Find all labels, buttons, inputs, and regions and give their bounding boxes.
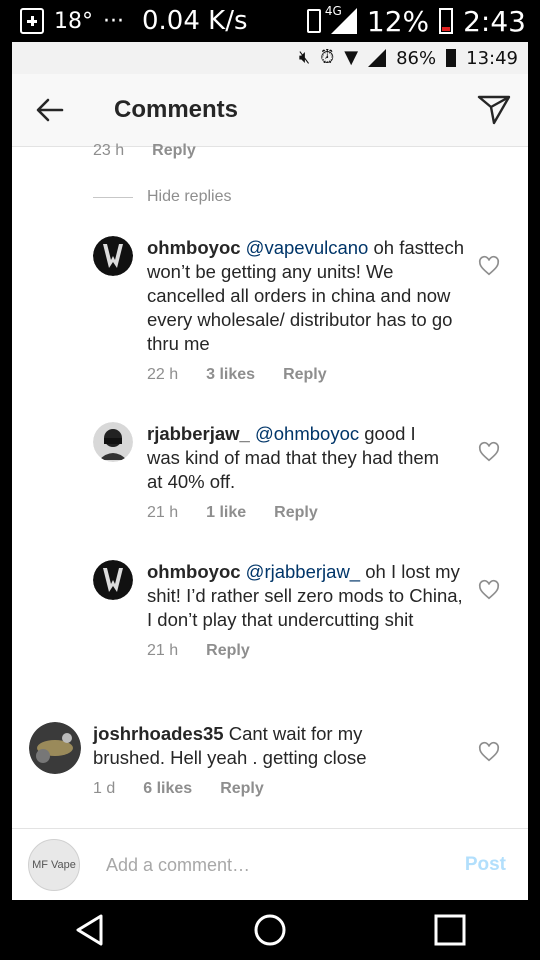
username[interactable]: joshrhoades35 — [93, 723, 224, 744]
heart-icon — [478, 255, 500, 276]
comment-time: 21 h — [147, 642, 179, 659]
inner-clock: 13:49 — [466, 47, 518, 69]
comment-time: 1 d — [93, 780, 116, 797]
mention-link[interactable]: @ohmboyoc — [255, 423, 359, 444]
network-speed: 0.04 K/s — [141, 6, 248, 36]
battery-icon — [439, 8, 454, 34]
reply-button[interactable]: Reply — [274, 504, 318, 522]
avatar[interactable] — [93, 560, 133, 600]
back-arrow-icon — [36, 98, 64, 122]
phone-icon — [306, 9, 321, 33]
comment-time: 23 h — [93, 142, 125, 159]
username[interactable]: ohmboyoc — [147, 561, 241, 582]
comment-composer: MF Vape Post — [12, 828, 528, 900]
like-button[interactable] — [478, 255, 500, 277]
heart-icon — [478, 741, 500, 762]
send-icon — [477, 95, 511, 125]
signal-icon: 4G — [325, 4, 357, 34]
comment-item: rjabberjaw_ @ohmboyoc good I was kind of… — [93, 422, 473, 522]
inner-status-bar: 🔇︎ ⏰︎ ▼ 86% 13:49 — [12, 42, 528, 74]
like-button[interactable] — [478, 741, 500, 763]
reply-button[interactable]: Reply — [152, 142, 196, 160]
avatar[interactable] — [93, 236, 133, 276]
clock: 2:43 — [463, 4, 526, 38]
nav-back-button[interactable] — [60, 900, 120, 960]
network-type: 4G — [324, 4, 342, 18]
self-avatar-text: MF Vape — [32, 859, 76, 871]
heart-icon — [478, 441, 500, 462]
circle-home-icon — [254, 914, 286, 946]
likes-count[interactable]: 3 likes — [206, 366, 255, 384]
comment-meta: 21 h 1 like Reply — [147, 504, 447, 522]
comment-time: 21 h — [147, 504, 179, 521]
comment-item: ohmboyoc @vapevulcano oh fasttech won’t … — [93, 236, 473, 384]
hide-replies-label: Hide replies — [147, 188, 232, 205]
likes-count[interactable]: 1 like — [206, 504, 246, 522]
square-recents-icon — [434, 914, 466, 946]
heart-icon — [478, 579, 500, 600]
mention-link[interactable]: @vapevulcano — [246, 237, 369, 258]
comment-meta: 22 h 3 likes Reply — [147, 366, 467, 384]
parent-comment-meta: 23 h Reply — [93, 142, 196, 160]
notification-plus-icon — [20, 8, 44, 34]
comment-item: joshrhoades35 Cant wait for my brushed. … — [29, 722, 479, 798]
username[interactable]: ohmboyoc — [147, 237, 241, 258]
avatar[interactable] — [93, 422, 133, 462]
overflow-dots: ··· — [103, 8, 124, 34]
temperature: 18° — [54, 8, 93, 34]
triangle-back-icon — [76, 914, 103, 946]
page-title: Comments — [114, 96, 239, 123]
avatar[interactable] — [29, 722, 81, 774]
back-button[interactable] — [30, 90, 70, 130]
inner-battery-percent: 86% — [396, 47, 437, 69]
self-avatar: MF Vape — [28, 839, 80, 891]
mute-icon: 🔇︎ — [298, 47, 311, 68]
battery-icon — [446, 49, 457, 67]
divider — [93, 196, 133, 198]
nav-home-button[interactable] — [240, 900, 300, 960]
nav-recents-button[interactable] — [420, 900, 480, 960]
wifi-icon: ▼ — [344, 47, 359, 68]
battery-percent: 12% — [366, 4, 430, 38]
like-button[interactable] — [478, 579, 500, 601]
alarm-icon: ⏰︎ — [320, 47, 335, 68]
comment-text: ohmboyoc @rjabberjaw_ oh I lost my shit!… — [147, 560, 469, 632]
send-button[interactable] — [474, 90, 514, 130]
comment-item: ohmboyoc @rjabberjaw_ oh I lost my shit!… — [93, 560, 473, 660]
comment-text: ohmboyoc @vapevulcano oh fasttech won’t … — [147, 236, 467, 356]
comment-input[interactable] — [104, 853, 438, 877]
like-button[interactable] — [478, 441, 500, 463]
comment-text: rjabberjaw_ @ohmboyoc good I was kind of… — [147, 422, 447, 494]
comment-text: joshrhoades35 Cant wait for my brushed. … — [93, 722, 433, 770]
outer-status-bar: 18° ··· 0.04 K/s 4G 12% 2:43 — [0, 0, 540, 42]
reply-button[interactable]: Reply — [220, 780, 264, 798]
hide-replies-button[interactable]: Hide replies — [93, 188, 231, 206]
username[interactable]: rjabberjaw_ — [147, 423, 250, 444]
comment-time: 22 h — [147, 366, 179, 383]
mention-link[interactable]: @rjabberjaw_ — [246, 561, 360, 582]
reply-button[interactable]: Reply — [206, 642, 250, 660]
android-nav-bar — [0, 900, 540, 960]
comment-meta: 21 h Reply — [147, 642, 469, 660]
likes-count[interactable]: 6 likes — [143, 780, 192, 798]
comment-meta: 1 d 6 likes Reply — [93, 780, 433, 798]
post-button[interactable]: Post — [465, 854, 506, 876]
signal-icon — [368, 49, 387, 67]
comments-header: Comments — [12, 74, 528, 147]
reply-button[interactable]: Reply — [283, 366, 327, 384]
instagram-app: 🔇︎ ⏰︎ ▼ 86% 13:49 Comments 23 h Reply Hi… — [12, 42, 528, 900]
